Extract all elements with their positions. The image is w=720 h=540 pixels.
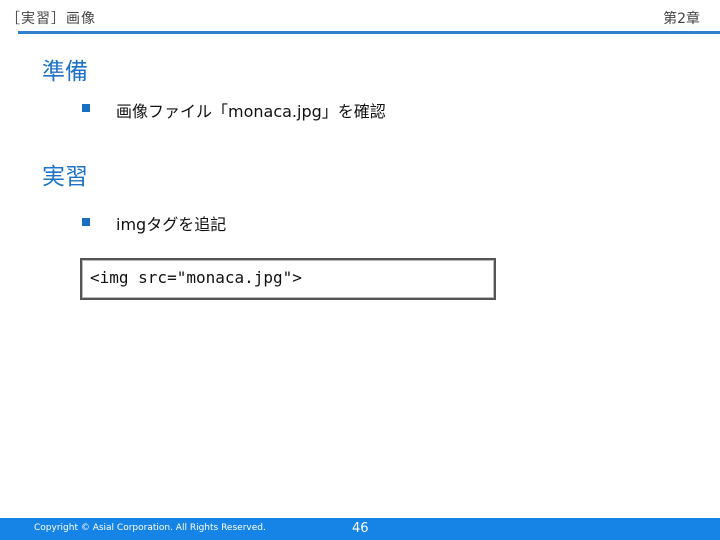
bullet-text-preparation: 画像ファイル「monaca.jpg」を確認 <box>116 102 386 121</box>
slide-header-title: ［実習］画像 <box>6 11 96 27</box>
code-snippet: <img src="monaca.jpg"> <box>90 268 302 287</box>
chapter-label: 第2章 <box>663 11 700 27</box>
page-number: 46 <box>352 521 369 536</box>
footer-bar: Copyright © Asial Corporation. All Right… <box>0 518 720 540</box>
code-box: <img src="monaca.jpg"> <box>80 258 496 300</box>
section-heading-preparation: 準備 <box>42 59 88 85</box>
bullet-text-practice: imgタグを追記 <box>116 215 227 234</box>
bullet-square-icon <box>82 104 90 112</box>
header-divider <box>18 31 720 34</box>
section-heading-practice: 実習 <box>42 164 88 190</box>
bullet-square-icon <box>82 218 90 226</box>
footer-copyright: Copyright © Asial Corporation. All Right… <box>34 523 266 533</box>
